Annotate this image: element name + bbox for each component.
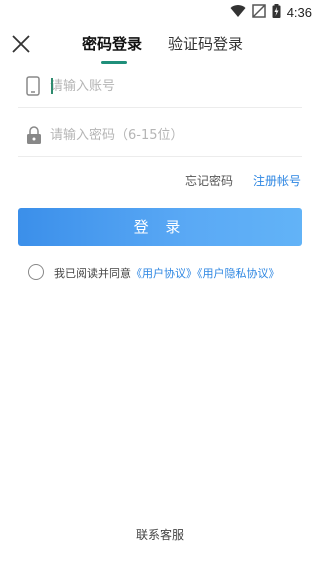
wifi-icon <box>230 3 246 22</box>
text-cursor <box>51 78 53 94</box>
tab-password-login[interactable]: 密码登录 <box>82 33 142 54</box>
password-field <box>18 113 302 157</box>
status-bar: 4:36 <box>0 0 320 24</box>
close-icon[interactable] <box>10 33 32 55</box>
agreement-row: 我已阅读并同意《用户协议》《用户隐私协议》 <box>28 262 318 282</box>
account-input[interactable] <box>50 72 290 100</box>
header: 密码登录 验证码登录 <box>0 24 320 64</box>
no-signal-icon <box>251 3 266 22</box>
agreement-text: 我已阅读并同意《用户协议》《用户隐私协议》 <box>54 265 280 281</box>
agreement-checkbox[interactable] <box>28 264 44 280</box>
battery-charging-icon <box>272 3 281 22</box>
forgot-password-link[interactable]: 忘记密码 <box>185 172 233 189</box>
form-links: 忘记密码 注册帐号 <box>0 172 320 192</box>
user-agreement-link[interactable]: 《用户协议》 <box>131 267 197 280</box>
phone-icon <box>26 76 42 96</box>
lock-icon <box>26 125 42 145</box>
privacy-agreement-link[interactable]: 《用户隐私协议》 <box>197 267 280 280</box>
agreement-prefix: 我已阅读并同意 <box>54 267 131 280</box>
register-link[interactable]: 注册帐号 <box>253 172 301 189</box>
tab-code-login[interactable]: 验证码登录 <box>168 33 243 54</box>
account-field <box>18 64 302 108</box>
contact-support-link[interactable]: 联系客服 <box>0 526 320 543</box>
login-button[interactable]: 登 录 <box>18 208 302 246</box>
status-time: 4:36 <box>286 5 312 20</box>
password-input[interactable] <box>50 121 290 149</box>
